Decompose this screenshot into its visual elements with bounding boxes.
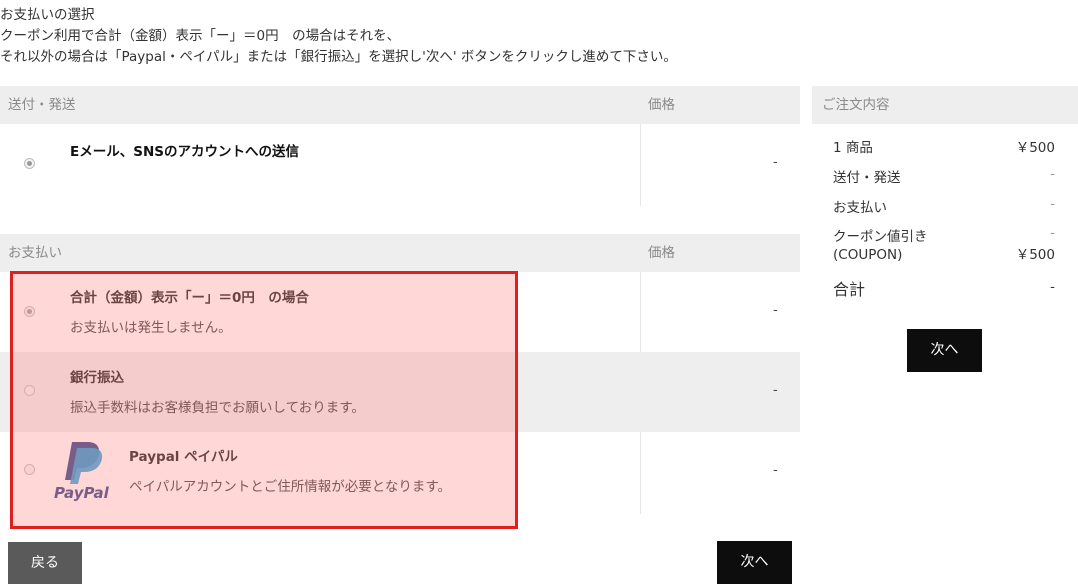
order-summary-header: ご注文内容 [812, 86, 1078, 124]
summary-shipping-label: 送付・発送 [833, 170, 901, 186]
shipping-header-price: 価格 [648, 97, 675, 113]
summary-coupon-sublabel: (COUPON) [833, 247, 903, 263]
payment-bank-price: - [773, 383, 778, 398]
payment-zero-price: - [773, 303, 778, 318]
back-button[interactable]: 戻る [8, 542, 82, 584]
summary-next-button[interactable]: 次へ [907, 329, 982, 372]
summary-coupon-value: ￥500 [1015, 247, 1055, 263]
next-button[interactable]: 次へ [717, 541, 792, 584]
column-divider [640, 272, 641, 352]
summary-coupon-label: クーポン値引き [833, 229, 928, 245]
shipping-header-label: 送付・発送 [8, 97, 76, 113]
summary-payment-label: お支払い [833, 200, 887, 216]
shipping-option-email[interactable]: Eメール、SNSのアカウントへの送信 - [0, 124, 800, 206]
summary-items-label: 1 商品 [833, 140, 873, 156]
intro-line-coupon: クーポン利用で合計（金額）表示「ー」＝0円 の場合はそれを、 [0, 28, 401, 44]
payment-paypal-price: - [773, 463, 778, 478]
summary-payment-value: - [1050, 196, 1055, 212]
shipping-email-radio[interactable] [24, 158, 35, 169]
shipping-email-price: - [773, 155, 778, 170]
payment-section-header: お支払い 価格 [0, 234, 800, 272]
column-divider [640, 124, 641, 206]
intro-line-instructions: それ以外の場合は「Paypal・ペイパル」または「銀行振込」を選択し'次へ' ボ… [0, 49, 677, 65]
summary-shipping-value: - [1050, 166, 1055, 182]
intro-text: お支払いの選択 クーポン利用で合計（金額）表示「ー」＝0円 の場合はそれを、 そ… [0, 5, 677, 68]
summary-coupon-value-top: - [1050, 225, 1055, 241]
summary-items-value: ￥500 [1015, 140, 1055, 156]
intro-heading: お支払いの選択 [0, 7, 95, 23]
column-divider [640, 432, 641, 514]
payment-header-label: お支払い [8, 245, 62, 261]
summary-total-value: - [1050, 279, 1055, 295]
summary-total-label: 合計 [833, 280, 866, 299]
shipping-email-title: Eメール、SNSのアカウントへの送信 [70, 144, 299, 160]
payment-highlight-box [10, 271, 518, 529]
shipping-section-header: 送付・発送 価格 [0, 86, 800, 124]
payment-header-price: 価格 [648, 245, 675, 261]
